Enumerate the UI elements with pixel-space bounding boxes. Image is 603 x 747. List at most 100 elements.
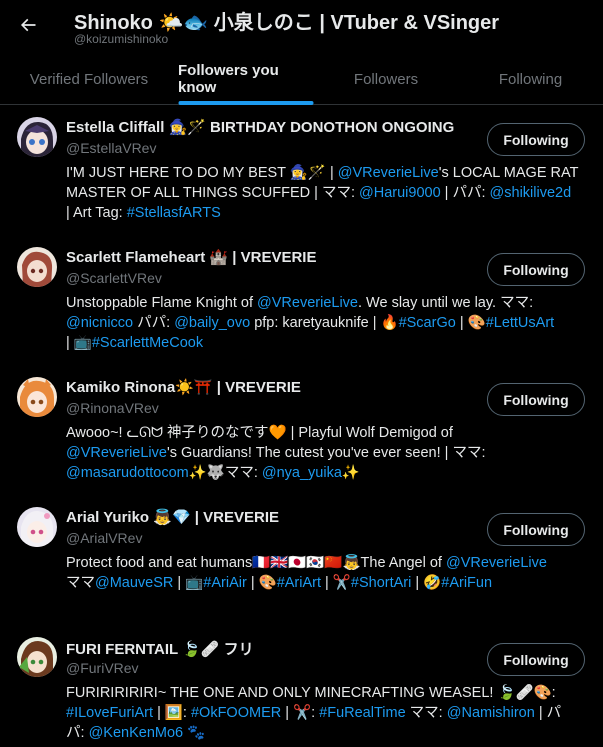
- bio-text: ママ:: [405, 705, 447, 721]
- hashtag-link[interactable]: #LettUsArt: [486, 315, 555, 331]
- mention-link[interactable]: @VReverieLive: [257, 295, 358, 311]
- mention-link[interactable]: @Namishiron: [447, 705, 535, 721]
- user-handle[interactable]: @EstellaVRev: [66, 140, 156, 156]
- user-display-name[interactable]: Arial Yuriko 👼💎 | VREVERIE: [66, 508, 279, 526]
- user-display-name[interactable]: Scarlett Flameheart 🏰 | VREVERIE: [66, 248, 316, 266]
- tab-followers[interactable]: Followers: [314, 53, 458, 105]
- bio-text: | 🤣: [411, 575, 442, 591]
- mention-link[interactable]: @KenKenMo6: [89, 725, 184, 741]
- bio-text: 's LOCAL MAGE RAT: [438, 165, 579, 181]
- bio-text: Awooo~! ᓚᘏᗢ 神子りのなです🧡 | Playful Wolf Demi…: [66, 425, 453, 441]
- bio-text: | パ: [534, 705, 562, 721]
- bio-line: @nicnicco パパ: @baily_ovo pfp: karetyaukn…: [66, 313, 586, 333]
- user-handle[interactable]: @ArialVRev: [66, 530, 142, 546]
- avatar[interactable]: [17, 377, 57, 417]
- hashtag-link[interactable]: #ShortAri: [351, 575, 411, 591]
- user-handle[interactable]: @FuriVRev: [66, 660, 139, 676]
- bio-text: FURIRIRIRIRI~ THE ONE AND ONLY MINECRAFT…: [66, 685, 556, 701]
- avatar[interactable]: [17, 117, 57, 157]
- bio-text: | Art Tag:: [66, 205, 127, 221]
- hashtag-link[interactable]: #AriFun: [441, 575, 492, 591]
- following-button[interactable]: Following: [487, 513, 585, 546]
- bio-text: ✨🐺ママ:: [188, 465, 262, 481]
- bio-text: . We slay until we lay. ママ:: [358, 295, 534, 311]
- user-cell[interactable]: FURI FERNTAIL 🍃🩹 フリ @FuriVRev Following …: [0, 626, 603, 747]
- bio-text: | 🖼️:: [153, 705, 191, 721]
- hashtag-link[interactable]: #AriArt: [277, 575, 321, 591]
- bio-text: 's Guardians! The cutest you've ever see…: [166, 445, 486, 461]
- profile-header: Shinoko 🌤️🐟 小泉しのこ | VTuber & VSinger @ko…: [0, 0, 603, 53]
- user-display-name[interactable]: FURI FERNTAIL 🍃🩹 フリ: [66, 638, 254, 659]
- tab-verified-followers[interactable]: Verified Followers: [0, 53, 178, 105]
- avatar[interactable]: [17, 247, 57, 287]
- mention-link[interactable]: @shikilive2d: [490, 185, 572, 201]
- following-button[interactable]: Following: [487, 253, 585, 286]
- bio-text: Protect food and eat humans🇫🇷🇬🇧🇯🇵🇰🇷🇨🇳👼Th…: [66, 555, 446, 571]
- hashtag-link[interactable]: #ScarGo: [399, 315, 456, 331]
- bio-line: パ: @KenKenMo6 🐾: [66, 723, 586, 743]
- bio-text: pfp: karetyauknife | 🔥: [250, 315, 399, 331]
- mention-link[interactable]: @Harui9000: [359, 185, 441, 201]
- user-bio: Unstoppable Flame Knight of @VReverieLiv…: [66, 293, 586, 353]
- mention-link[interactable]: @nya_yuika: [262, 465, 342, 481]
- avatar[interactable]: [17, 507, 57, 547]
- bio-text: | ✂️: [321, 575, 351, 591]
- user-display-name[interactable]: Estella Cliffall 🧙‍♀️🪄 BIRTHDAY DONOTHON…: [66, 118, 454, 136]
- user-list: Estella Cliffall 🧙‍♀️🪄 BIRTHDAY DONOTHON…: [0, 106, 603, 747]
- following-button[interactable]: Following: [487, 383, 585, 416]
- tab-followers-you-know[interactable]: Followers you know: [178, 53, 314, 105]
- mention-link[interactable]: @masarudottocom: [66, 465, 189, 481]
- following-button[interactable]: Following: [487, 123, 585, 156]
- bio-line: MASTER OF ALL THINGS SCUFFED | ママ: @Haru…: [66, 183, 586, 203]
- tab-label: Followers you know: [178, 62, 279, 96]
- user-cell[interactable]: Arial Yuriko 👼💎 | VREVERIE @ArialVRev Fo…: [0, 496, 603, 626]
- mention-link[interactable]: @VReverieLive: [446, 555, 547, 571]
- avatar[interactable]: [17, 637, 57, 677]
- arrow-left-icon: [20, 18, 36, 32]
- mention-link[interactable]: @VReverieLive: [66, 445, 167, 461]
- tab-label: Followers: [353, 70, 419, 88]
- user-bio: Protect food and eat humans🇫🇷🇬🇧🇯🇵🇰🇷🇨🇳👼Th…: [66, 553, 586, 593]
- bio-text: ママ: [66, 575, 95, 591]
- user-bio: I'M JUST HERE TO DO MY BEST 🧙‍♀️🪄 | @VRe…: [66, 163, 586, 223]
- following-button[interactable]: Following: [487, 643, 585, 676]
- bio-text: MASTER OF ALL THINGS SCUFFED | ママ:: [66, 185, 360, 201]
- user-bio: FURIRIRIRIRI~ THE ONE AND ONLY MINECRAFT…: [66, 683, 586, 743]
- user-bio: Awooo~! ᓚᘏᗢ 神子りのなです🧡 | Playful Wolf Demi…: [66, 423, 586, 483]
- bio-line: | Art Tag: #StellasfARTS: [66, 203, 586, 223]
- hashtag-link[interactable]: #StellasfARTS: [127, 205, 221, 221]
- bio-text: | 📺: [66, 335, 92, 351]
- bio-line: @masarudottocom✨🐺ママ: @nya_yuika✨: [66, 463, 586, 483]
- bio-line: @VReverieLive's Guardians! The cutest yo…: [66, 443, 586, 463]
- profile-handle: @koizumishinoko: [74, 32, 169, 46]
- bio-text: Unstoppable Flame Knight of: [66, 295, 258, 311]
- page-title: Shinoko 🌤️🐟 小泉しのこ | VTuber & VSinger: [74, 12, 500, 34]
- mention-link[interactable]: @VReverieLive: [338, 165, 439, 181]
- user-display-name[interactable]: Kamiko Rinona☀️⛩️ | VREVERIE: [66, 378, 301, 396]
- user-cell[interactable]: Scarlett Flameheart 🏰 | VREVERIE @Scarle…: [0, 236, 603, 366]
- tab-label: Verified Followers: [29, 70, 149, 88]
- user-cell[interactable]: Estella Cliffall 🧙‍♀️🪄 BIRTHDAY DONOTHON…: [0, 106, 603, 236]
- bio-line: Awooo~! ᓚᘏᗢ 神子りのなです🧡 | Playful Wolf Demi…: [66, 423, 586, 443]
- active-tab-indicator: [178, 101, 314, 105]
- hashtag-link[interactable]: #FuRealTime: [319, 705, 406, 721]
- user-cell[interactable]: Kamiko Rinona☀️⛩️ | VREVERIE @RinonaVRev…: [0, 366, 603, 496]
- bio-line: ママ@MauveSR | 📺#AriAir | 🎨#AriArt | ✂️#Sh…: [66, 573, 586, 593]
- bio-line: Protect food and eat humans🇫🇷🇬🇧🇯🇵🇰🇷🇨🇳👼Th…: [66, 553, 586, 573]
- mention-link[interactable]: @nicnicco: [66, 315, 133, 331]
- hashtag-link[interactable]: #AriAir: [203, 575, 247, 591]
- user-handle[interactable]: @ScarlettVRev: [66, 270, 162, 286]
- bio-text: I'M JUST HERE TO DO MY BEST 🧙‍♀️🪄 |: [66, 165, 338, 181]
- mention-link[interactable]: @baily_ovo: [174, 315, 250, 331]
- hashtag-link[interactable]: #ILoveFuriArt: [66, 705, 153, 721]
- hashtag-link[interactable]: #OkFOOMER: [191, 705, 281, 721]
- bio-text: | 📺: [173, 575, 204, 591]
- bio-text: | ✂️:: [281, 705, 320, 721]
- bio-text: | 🎨: [455, 315, 486, 331]
- hashtag-link[interactable]: #ScarlettMeCook: [92, 335, 203, 351]
- back-button[interactable]: [14, 11, 42, 39]
- tab-following[interactable]: Following: [458, 53, 603, 105]
- mention-link[interactable]: @MauveSR: [95, 575, 173, 591]
- user-handle[interactable]: @RinonaVRev: [66, 400, 159, 416]
- bio-text: | 🎨: [246, 575, 277, 591]
